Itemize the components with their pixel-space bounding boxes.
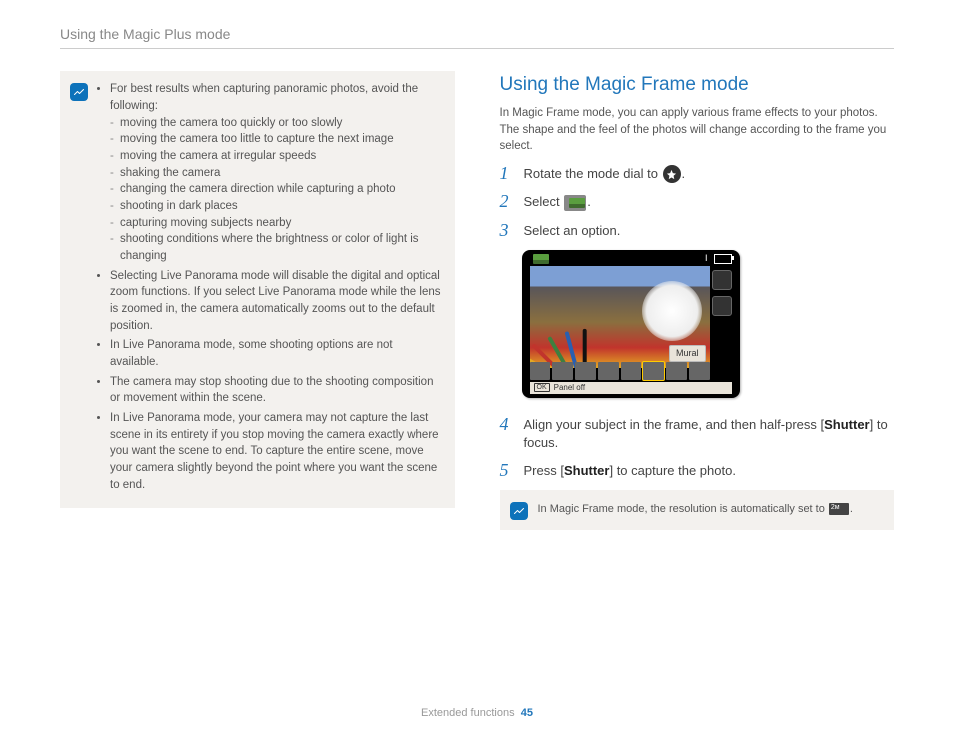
step-3: 3 Select an option.	[500, 222, 895, 240]
left-column: For best results when capturing panorami…	[60, 71, 455, 706]
step-1: 1 Rotate the mode dial to .	[500, 165, 895, 184]
side-icons	[712, 270, 732, 316]
sub-item: capturing moving subjects nearby	[110, 215, 441, 232]
frame-thumbnail-row	[530, 362, 710, 380]
sub-item: changing the camera direction while capt…	[110, 181, 441, 198]
panel-off-bar: OK Panel off	[530, 382, 732, 394]
rec-indicator-icon: I	[705, 254, 708, 266]
steps-list: 1 Rotate the mode dial to . 2 Select . 3…	[500, 165, 895, 531]
preview-thumb-icon	[533, 254, 549, 264]
resolution-2m-icon	[829, 503, 849, 515]
note-text-b: .	[850, 503, 853, 515]
sub-item: moving the camera too little to capture …	[110, 131, 441, 148]
sub-item: shaking the camera	[110, 165, 441, 182]
step-text-a: Align your subject in the frame, and the…	[524, 417, 825, 432]
step-text-post: .	[587, 194, 591, 209]
section-title: Using the Magic Frame mode	[500, 71, 895, 99]
magic-frame-select-icon	[564, 195, 586, 211]
note-icon	[70, 83, 88, 101]
panel-off-label: Panel off	[554, 382, 585, 394]
shutter-label: Shutter	[824, 417, 870, 432]
two-column-layout: For best results when capturing panorami…	[60, 71, 894, 706]
step-4: 4 Align your subject in the frame, and t…	[500, 416, 895, 452]
step-text-post: .	[682, 166, 686, 181]
sub-item: shooting in dark places	[110, 198, 441, 215]
bullet-item: Selecting Live Panorama mode will disabl…	[110, 268, 441, 335]
bullet-item: In Live Panorama mode, your camera may n…	[110, 410, 441, 493]
step-text-c: ] to capture the photo.	[609, 463, 735, 478]
step-text: Select	[524, 194, 564, 209]
resolution-note: In Magic Frame mode, the resolution is a…	[500, 490, 895, 530]
frame-icon	[712, 296, 732, 316]
note-text-a: In Magic Frame mode, the resolution is a…	[538, 503, 828, 515]
step-text: Select an option.	[524, 222, 895, 240]
camera-preview-screenshot: I	[522, 250, 740, 398]
step-number: 3	[500, 221, 516, 239]
step-5: 5 Press [Shutter] to capture the photo.	[500, 462, 895, 480]
step-text-a: Press [	[524, 463, 564, 478]
step-number: 2	[500, 192, 516, 210]
note-intro: For best results when capturing panorami…	[110, 83, 418, 112]
page-number: 45	[521, 707, 533, 719]
ok-button-label: OK	[534, 383, 550, 392]
battery-icon	[714, 254, 732, 264]
mode-dial-star-icon	[663, 165, 681, 183]
step-number: 4	[500, 415, 516, 433]
bullet-item: In Live Panorama mode, some shooting opt…	[110, 337, 441, 370]
frame-icon	[712, 270, 732, 290]
bullet-item: The camera may stop shooting due to the …	[110, 374, 441, 407]
step-number: 1	[500, 164, 516, 182]
frame-name-label: Mural	[669, 345, 706, 362]
sub-item: moving the camera at irregular speeds	[110, 148, 441, 165]
sub-item: shooting conditions where the brightness…	[110, 231, 441, 264]
step-2: 2 Select .	[500, 193, 895, 211]
step-number: 5	[500, 461, 516, 479]
right-column: Using the Magic Frame mode In Magic Fram…	[500, 71, 895, 706]
page-footer: Extended functions 45	[60, 706, 894, 744]
footer-section: Extended functions	[421, 707, 515, 719]
section-intro: In Magic Frame mode, you can apply vario…	[500, 105, 895, 155]
note-icon	[510, 502, 528, 520]
note-body: For best results when capturing panorami…	[98, 81, 441, 496]
page-header: Using the Magic Plus mode	[60, 24, 894, 49]
step-text: Rotate the mode dial to	[524, 166, 662, 181]
shutter-label: Shutter	[564, 463, 610, 478]
tips-note-box: For best results when capturing panorami…	[60, 71, 455, 508]
sub-item: moving the camera too quickly or too slo…	[110, 115, 441, 132]
